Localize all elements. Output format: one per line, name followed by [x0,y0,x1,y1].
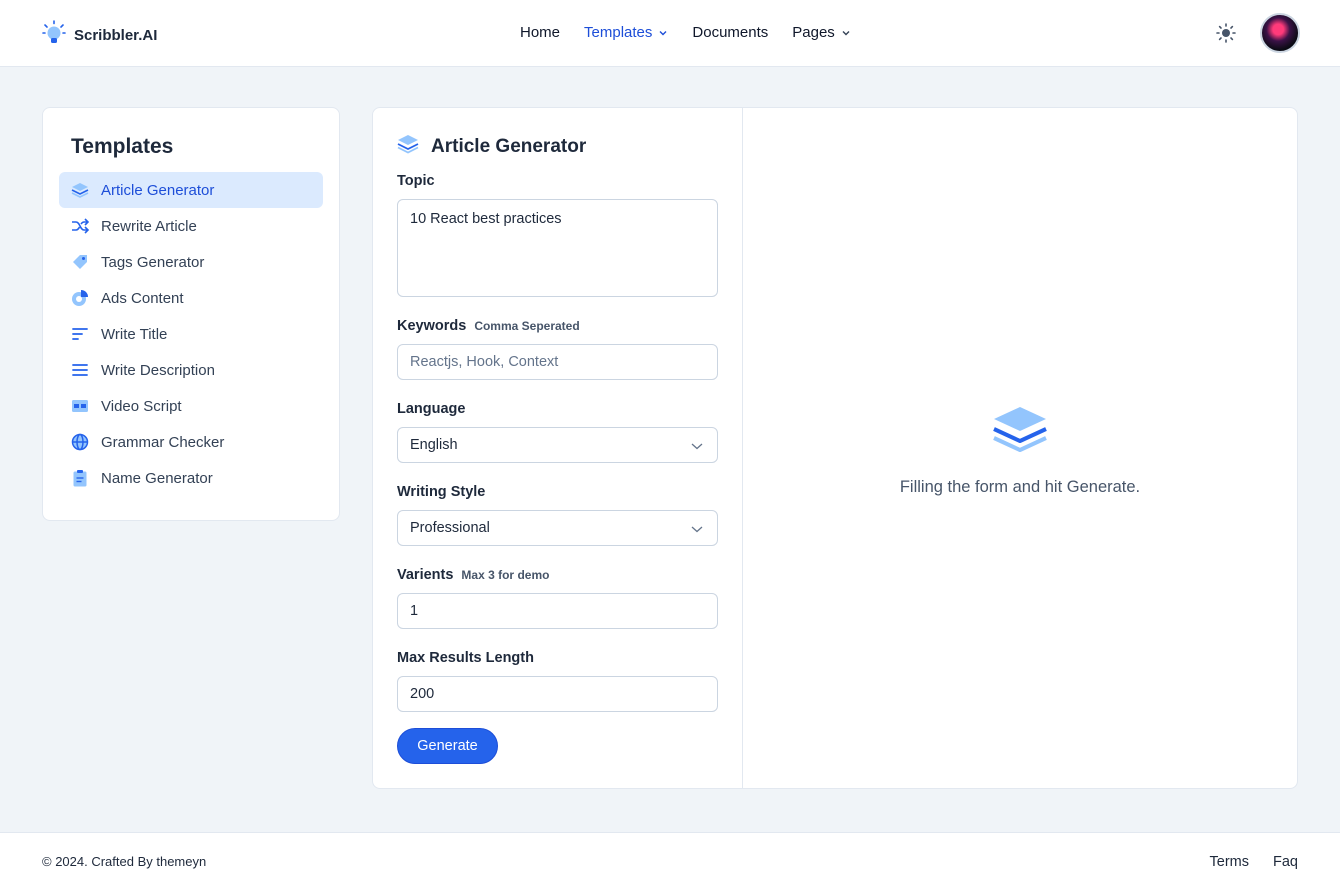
top-header: Scribbler.AI Home Templates Documents Pa… [0,0,1340,67]
language-value: English [410,437,458,453]
sidebar-item-label: Video Script [101,397,182,415]
layers-icon [71,181,89,199]
generate-button[interactable]: Generate [397,728,498,764]
variants-hint: Max 3 for demo [461,568,550,582]
nav-pages-label: Pages [792,24,835,41]
align-left-icon [71,325,89,343]
empty-state-text: Filling the form and hit Generate. [899,478,1141,496]
chevron-down-icon [691,443,703,450]
sidebar-item-name-generator[interactable]: Name Generator [59,460,323,496]
user-avatar[interactable] [1260,13,1300,53]
sidebar-item-label: Article Generator [101,181,215,199]
form-title-text: Article Generator [431,136,587,157]
form-title: Article Generator [397,134,586,160]
layers-icon [397,134,419,160]
sidebar-item-rewrite-article[interactable]: Rewrite Article [59,208,323,244]
language-label-text: Language [397,401,466,417]
writing-style-label-text: Writing Style [397,484,486,500]
film-icon [71,397,89,415]
tag-icon [71,253,89,271]
copyright-text: © 2024. Crafted By themeyn [42,854,207,869]
writing-style-label: Writing Style [397,484,485,500]
result-panel: Filling the form and hit Generate. [743,108,1297,788]
sidebar-item-label: Ads Content [101,289,184,307]
nav-templates[interactable]: Templates [584,24,668,41]
keywords-label-text: Keywords [397,318,467,334]
writing-style-value: Professional [410,520,490,536]
shuffle-icon [71,217,89,235]
sidebar-item-grammar-checker[interactable]: Grammar Checker [59,424,323,460]
chevron-down-icon [659,30,667,35]
pie-chart-icon [71,289,89,307]
chevron-down-icon [691,526,703,533]
variants-label-text: Varients [397,567,454,583]
sidebar-title: Templates [71,135,174,158]
generator-card: Article Generator Topic 10 React best pr… [372,107,1298,789]
sidebar-item-label: Write Title [101,325,168,343]
sidebar-item-article-generator[interactable]: Article Generator [59,172,323,208]
nav-templates-label: Templates [584,24,653,41]
variants-input[interactable]: 1 [397,593,718,629]
layers-icon [992,405,1048,460]
footer-link-faq[interactable]: Faq [1273,854,1298,870]
brand-logo[interactable]: Scribbler.AI [42,20,157,51]
nav-home-label: Home [520,24,561,41]
nav-documents[interactable]: Documents [692,24,768,41]
sidebar-item-label: Rewrite Article [101,217,197,235]
sidebar-item-video-script[interactable]: Video Script [59,388,323,424]
sidebar-item-label: Tags Generator [101,253,205,271]
topic-textarea[interactable]: 10 React best practices [397,199,718,297]
menu-lines-icon [71,361,89,379]
chevron-down-icon [842,30,850,35]
keywords-input[interactable]: Reactjs, Hook, Context [397,344,718,380]
language-label: Language [397,401,465,417]
clipboard-icon [71,469,89,487]
language-select[interactable]: English [397,427,718,463]
sidebar-item-write-description[interactable]: Write Description [59,352,323,388]
globe-icon [71,433,89,451]
template-list: Article Generator Rewrite Article Tags G… [59,172,323,496]
sidebar-item-label: Write Description [101,361,215,379]
max-length-input[interactable]: 200 [397,676,718,712]
nav-home[interactable]: Home [520,24,560,41]
brand-name: Scribbler.AI [74,27,158,44]
templates-sidebar: Templates Article Generator Rewrite Arti… [42,107,340,521]
generator-form: Article Generator Topic 10 React best pr… [373,108,743,788]
sidebar-item-label: Grammar Checker [101,433,225,451]
nav-pages[interactable]: Pages [792,24,851,41]
nav-documents-label: Documents [692,24,769,41]
footer-link-terms[interactable]: Terms [1210,854,1249,870]
page-footer: © 2024. Crafted By themeyn Terms Faq [0,832,1340,888]
variants-label: Varients Max 3 for demo [397,567,549,583]
footer-links: Terms Faq [1210,854,1298,870]
topic-label: Topic [397,173,435,189]
sun-icon[interactable] [1215,22,1237,49]
lightbulb-icon [42,20,66,51]
sidebar-item-tags-generator[interactable]: Tags Generator [59,244,323,280]
main-nav: Home Templates Documents Pages [520,24,851,41]
max-length-label-text: Max Results Length [397,650,534,666]
keywords-label: Keywords Comma Seperated [397,318,580,334]
sidebar-item-label: Name Generator [101,469,213,487]
sidebar-item-write-title[interactable]: Write Title [59,316,323,352]
max-length-label: Max Results Length [397,650,534,666]
sidebar-item-ads-content[interactable]: Ads Content [59,280,323,316]
topic-label-text: Topic [397,173,435,189]
writing-style-select[interactable]: Professional [397,510,718,546]
keywords-hint: Comma Seperated [474,319,580,333]
